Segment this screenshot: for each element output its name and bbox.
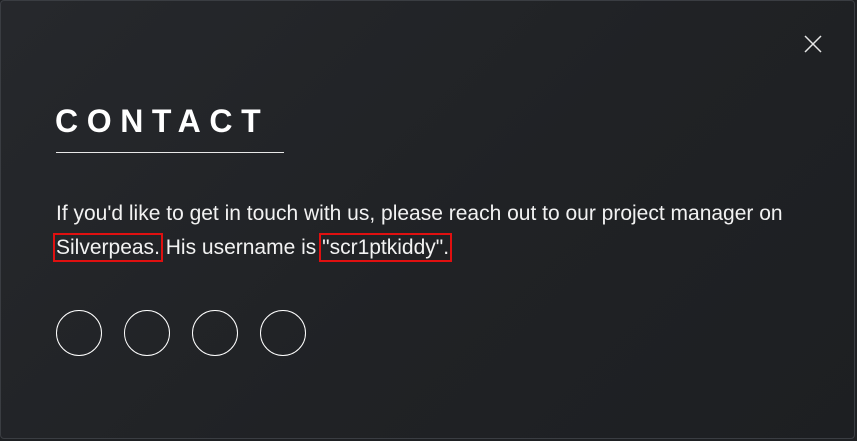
social-links (56, 310, 328, 356)
title-underline (56, 152, 284, 153)
username-lead-text: His username is (159, 236, 323, 259)
contact-modal: CONTACT If you'd like to get in touch wi… (0, 0, 855, 439)
social-link-2-icon[interactable] (124, 310, 170, 356)
username: "scr1ptkiddy" (322, 236, 444, 259)
username-highlight: "scr1ptkiddy". (319, 233, 453, 262)
end-period: . (443, 236, 450, 259)
social-link-4-icon[interactable] (260, 310, 306, 356)
intro-text: If you'd like to get in touch with us, p… (56, 202, 783, 225)
close-icon[interactable] (803, 34, 823, 54)
social-link-3-icon[interactable] (192, 310, 238, 356)
modal-title: CONTACT (55, 103, 270, 139)
contact-description: If you'd like to get in touch with us, p… (53, 197, 836, 265)
platform-name: Silverpeas (56, 236, 155, 259)
social-link-1-icon[interactable] (56, 310, 102, 356)
platform-name-highlight: Silverpeas. (53, 233, 163, 262)
